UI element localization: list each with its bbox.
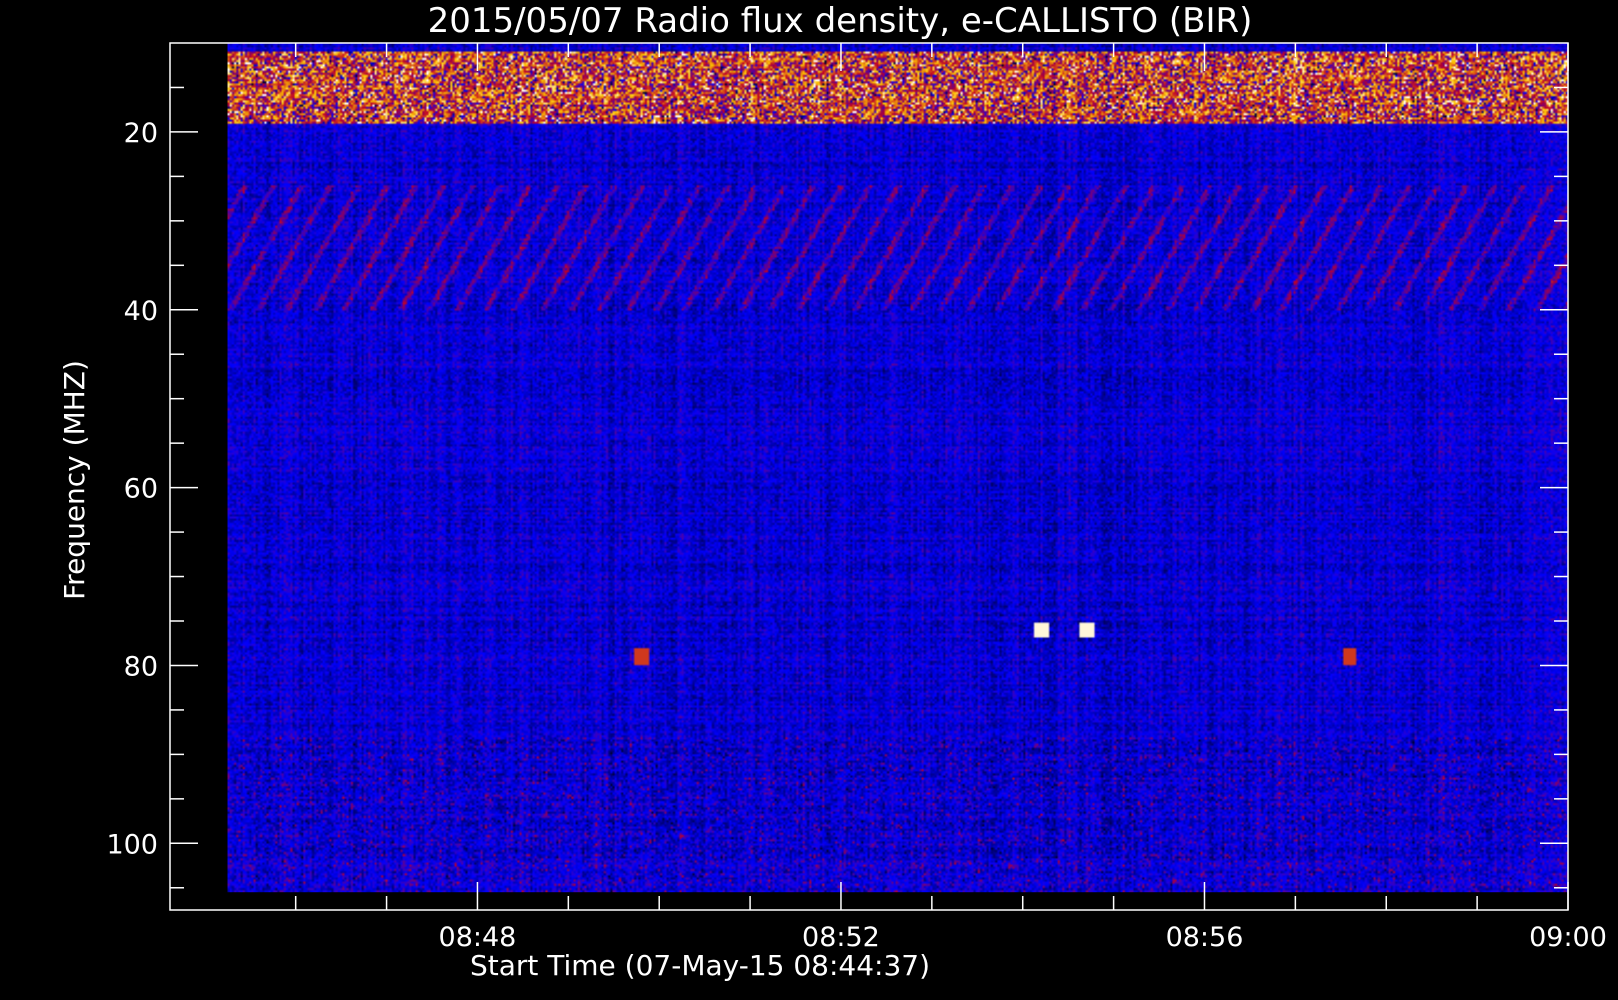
spectrogram-chart: 2015/05/07 Radio flux density, e-CALLIST… <box>0 0 1618 1000</box>
y-axis-label: Frequency (MHZ) <box>58 360 91 600</box>
y-tick-label: 80 <box>124 651 158 682</box>
x-tick-label: 09:00 <box>1529 922 1607 953</box>
y-tick-label: 40 <box>124 296 158 327</box>
chart-title: 2015/05/07 Radio flux density, e-CALLIST… <box>428 1 1253 41</box>
spectrogram-heatmap <box>227 43 1569 893</box>
y-tick-label: 100 <box>106 829 158 860</box>
y-tick-label: 20 <box>124 118 158 149</box>
y-tick-label: 60 <box>124 474 158 505</box>
x-tick-label: 08:56 <box>1166 922 1244 953</box>
x-axis-label: Start Time (07-May-15 08:44:37) <box>470 949 930 982</box>
